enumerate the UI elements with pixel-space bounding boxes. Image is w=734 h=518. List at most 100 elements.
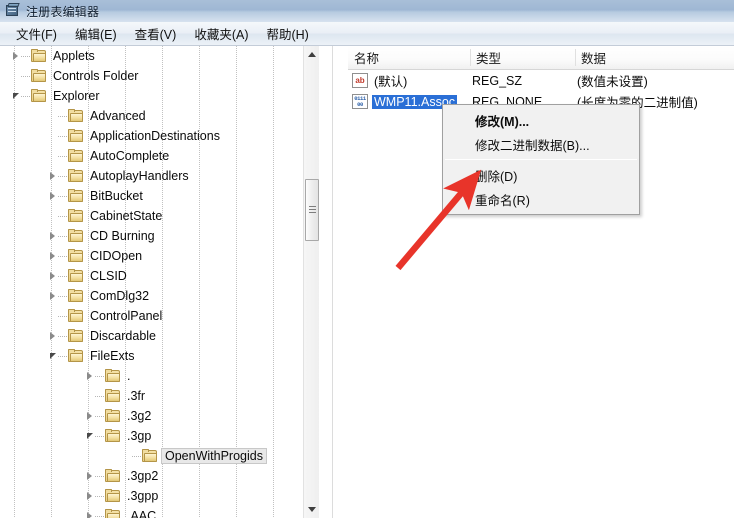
tree-connector (21, 96, 31, 97)
ctx-delete[interactable]: 删除(D) (443, 163, 639, 187)
folder-icon (68, 249, 85, 263)
scrollbar-thumb[interactable] (305, 179, 319, 241)
expand-arrow-icon[interactable] (84, 490, 95, 501)
tree-node[interactable]: AutoplayHandlers (0, 166, 318, 186)
tree-node[interactable]: .3fr (0, 386, 318, 406)
tree-node[interactable]: Explorer (0, 86, 318, 106)
tree-node[interactable]: Discardable (0, 326, 318, 346)
expand-arrow-icon[interactable] (47, 170, 58, 181)
expand-arrow-icon[interactable] (10, 50, 21, 61)
tree-node[interactable]: AutoComplete (0, 146, 318, 166)
tree-node-label: ComDlg32 (90, 289, 149, 303)
tree-node[interactable]: FileExts (0, 346, 318, 366)
tree-connector (95, 416, 105, 417)
tree-connector (58, 276, 68, 277)
scroll-down-icon[interactable] (304, 501, 320, 518)
registry-editor-icon (5, 3, 21, 19)
tree-connector (95, 496, 105, 497)
tree-node-label: FileExts (90, 349, 134, 363)
tree-node[interactable]: .3g2 (0, 406, 318, 426)
tree-node[interactable]: Controls Folder (0, 66, 318, 86)
ctx-modify[interactable]: 修改(M)... (443, 108, 639, 132)
tree-node-label: Applets (53, 49, 95, 63)
expand-arrow-icon[interactable] (47, 190, 58, 201)
tree-node-label: .AAC (127, 509, 156, 518)
registry-tree-pane[interactable]: Applets Controls FolderExplorerAdvanced Ap… (0, 46, 332, 518)
tree-node[interactable]: ControlPanel (0, 306, 318, 326)
menu-edit[interactable]: 编辑(E) (67, 22, 127, 45)
context-menu[interactable]: 修改(M)...修改二进制数据(B)... 删除(D)重命名(R) (442, 104, 640, 215)
tree-node[interactable]: Advanced (0, 106, 318, 126)
tree-node[interactable]: .3gp (0, 426, 318, 446)
tree-node-label: CLSID (90, 269, 127, 283)
tree-node[interactable]: CIDOpen (0, 246, 318, 266)
registry-tree[interactable]: Applets Controls FolderExplorerAdvanced Ap… (0, 46, 318, 518)
collapse-arrow-icon[interactable] (84, 430, 95, 441)
tree-connector (58, 316, 68, 317)
value-name-cell[interactable]: ab(默认) (352, 70, 409, 91)
tree-connector (95, 376, 105, 377)
tree-connector (58, 296, 68, 297)
folder-icon (105, 409, 122, 423)
tree-node[interactable]: . (0, 366, 318, 386)
tree-node-label: .3gp (127, 429, 151, 443)
menu-help[interactable]: 帮助(H) (258, 22, 318, 45)
expand-arrow-icon[interactable] (84, 470, 95, 481)
menu-favorites[interactable]: 收藏夹(A) (186, 22, 258, 45)
column-divider[interactable] (575, 49, 576, 66)
folder-icon (68, 109, 85, 123)
folder-icon (105, 489, 122, 503)
expand-arrow-icon[interactable] (47, 250, 58, 261)
tree-node-label: ApplicationDestinations (90, 129, 220, 143)
value-data-cell: (数值未设置) (577, 70, 648, 91)
tree-node[interactable]: .3gpp (0, 486, 318, 506)
folder-icon (68, 129, 85, 143)
tree-vertical-scrollbar[interactable] (303, 46, 319, 518)
column-type[interactable]: 类型 (470, 46, 575, 69)
ctx-modify-binary[interactable]: 修改二进制数据(B)... (443, 132, 639, 156)
expand-arrow-icon[interactable] (84, 510, 95, 518)
expand-arrow-icon[interactable] (84, 370, 95, 381)
expand-arrow-icon[interactable] (47, 230, 58, 241)
folder-icon (105, 509, 122, 518)
ctx-rename[interactable]: 重命名(R) (443, 187, 639, 211)
column-divider[interactable] (470, 49, 471, 66)
tree-node[interactable]: ComDlg32 (0, 286, 318, 306)
expand-arrow-icon[interactable] (47, 330, 58, 341)
expand-arrow-icon[interactable] (47, 290, 58, 301)
tree-node[interactable]: Applets (0, 46, 318, 66)
tree-node-label: AutoplayHandlers (90, 169, 189, 183)
tree-node[interactable]: .3gp2 (0, 466, 318, 486)
tree-connector (58, 136, 68, 137)
tree-node[interactable]: CD Burning (0, 226, 318, 246)
tree-node[interactable]: CLSID (0, 266, 318, 286)
column-data[interactable]: 数据 (575, 46, 734, 69)
column-name[interactable]: 名称 (348, 46, 470, 69)
value-row[interactable]: ab(默认)REG_SZ(数值未设置) (348, 70, 734, 91)
scroll-up-icon[interactable] (304, 46, 320, 63)
tree-node-label: . (127, 369, 130, 383)
tree-node-label: CD Burning (90, 229, 155, 243)
expand-arrow-icon[interactable] (47, 270, 58, 281)
pane-splitter[interactable] (332, 46, 348, 518)
expand-arrow-icon[interactable] (84, 410, 95, 421)
folder-icon (105, 429, 122, 443)
tree-node-label: ControlPanel (90, 309, 162, 323)
tree-node[interactable]: OpenWithProgids (0, 446, 318, 466)
tree-node[interactable]: ApplicationDestinations (0, 126, 318, 146)
tree-node[interactable]: BitBucket (0, 186, 318, 206)
folder-icon (105, 469, 122, 483)
context-menu-separator (445, 159, 637, 160)
tree-node[interactable]: .AAC (0, 506, 318, 518)
collapse-arrow-icon[interactable] (47, 350, 58, 361)
menu-view[interactable]: 查看(V) (127, 22, 187, 45)
collapse-arrow-icon[interactable] (10, 90, 21, 101)
folder-icon (142, 449, 159, 463)
tree-node[interactable]: CabinetState (0, 206, 318, 226)
folder-icon (105, 369, 122, 383)
tree-node-label: .3fr (127, 389, 145, 403)
window-title: 注册表编辑器 (26, 3, 99, 20)
tree-node-label: .3g2 (127, 409, 151, 423)
menu-file[interactable]: 文件(F) (8, 22, 67, 45)
tree-connector (95, 516, 105, 517)
